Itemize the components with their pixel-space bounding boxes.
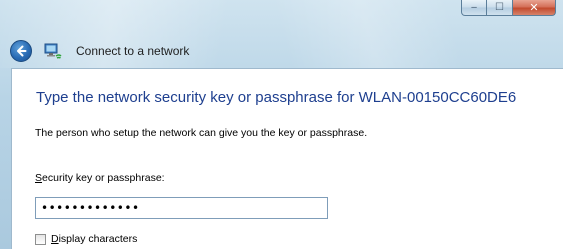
- network-icon: [44, 43, 62, 59]
- window-title: Connect to a network: [76, 44, 190, 58]
- minimize-button[interactable]: ‒: [461, 0, 487, 16]
- close-button[interactable]: ✕: [513, 0, 556, 16]
- back-button[interactable]: [10, 40, 32, 62]
- display-characters-label[interactable]: Display characters: [51, 233, 137, 245]
- display-characters-accesskey: D: [51, 233, 59, 245]
- security-key-label-text: ecurity key or passphrase:: [42, 172, 165, 184]
- display-characters-text: isplay characters: [58, 233, 138, 245]
- navigation-bar: Connect to a network: [10, 38, 189, 64]
- maximize-button[interactable]: ☐: [487, 0, 513, 16]
- caption-buttons: ‒ ☐ ✕: [461, 0, 556, 17]
- close-icon: ✕: [529, 1, 539, 14]
- page-heading: Type the network security key or passphr…: [36, 89, 517, 106]
- display-characters-checkbox[interactable]: [35, 233, 46, 245]
- security-key-label-accesskey: S: [35, 172, 43, 184]
- minimize-icon: ‒: [470, 1, 478, 13]
- window-frame: ‒ ☐ ✕ Connect to a network Type the netw…: [0, 0, 563, 249]
- maximize-icon: ☐: [495, 1, 504, 13]
- back-arrow-icon: [17, 45, 27, 57]
- display-characters-option[interactable]: Display characters: [35, 233, 137, 245]
- description-text: The person who setup the network can giv…: [35, 127, 368, 139]
- security-key-label: Security key or passphrase:: [35, 172, 165, 184]
- security-key-input[interactable]: •••••••••••••: [35, 197, 328, 219]
- dialog-content: Type the network security key or passphr…: [11, 68, 563, 249]
